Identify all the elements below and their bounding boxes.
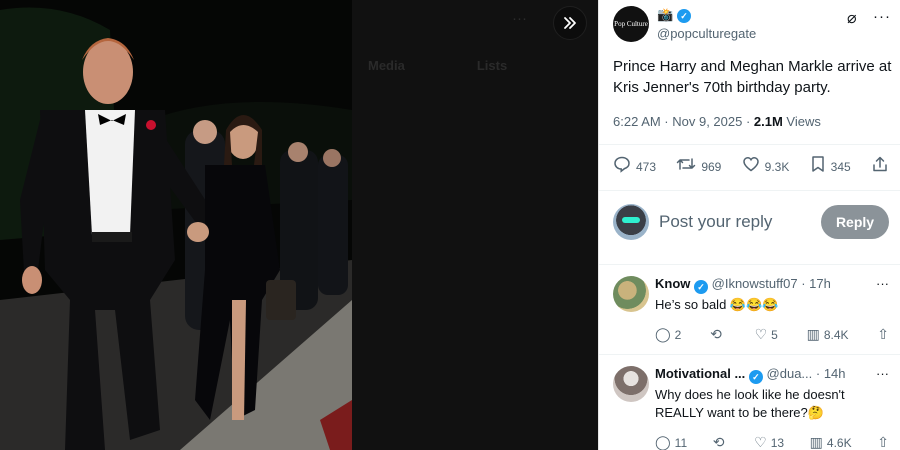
repost-icon: ⟲	[710, 326, 722, 342]
reply-icon: ◯	[655, 326, 671, 342]
repost-icon: ⟲	[712, 434, 725, 450]
views-count: 4.6K	[826, 435, 852, 450]
share-icon	[871, 155, 889, 178]
more-options-icon[interactable]: ···	[876, 366, 889, 381]
post-author: Pop Culture 📸 ✓ @popculturegate ⌀ ···	[613, 6, 891, 44]
bookmark-action[interactable]: 345	[810, 155, 851, 178]
background-more-icon: ···	[512, 10, 527, 27]
reply-actions: ◯ 11 ⟲ ♡ 13 ▥ 4.6K ⇧	[655, 434, 889, 450]
post-photo[interactable]	[0, 0, 352, 450]
tab-lists: Lists	[476, 58, 508, 73]
bookmark-icon	[810, 155, 826, 178]
bookmark-count: 345	[830, 159, 851, 174]
repost-action[interactable]: ⟲	[710, 326, 726, 343]
reply-count: 2	[674, 327, 682, 342]
post-timestamp[interactable]: 6:22 AM · Nov 9, 2025 ·	[613, 114, 754, 129]
like-count: 9.3K	[764, 159, 790, 174]
repost-icon	[676, 155, 696, 178]
share-icon: ⇧	[877, 326, 889, 342]
divider	[599, 144, 900, 145]
repost-action[interactable]: ⟲	[713, 434, 729, 450]
reply-action[interactable]: ◯ 11	[655, 434, 687, 450]
reply-author-handle[interactable]: @Iknowstuff07 · 17h	[712, 276, 831, 291]
more-options-icon[interactable]: ···	[873, 8, 891, 25]
avatar-logo-text: Pop Culture	[614, 20, 648, 28]
heart-icon: ♡	[754, 326, 768, 342]
divider	[599, 264, 900, 265]
reply-item[interactable]: Motivational ... ✓ @dua... · 14h ··· Why…	[613, 366, 889, 450]
reply-count: 473	[636, 159, 657, 174]
reply-header: Know ✓ @Iknowstuff07 · 17h ···	[655, 276, 889, 294]
reply-icon: ◯	[655, 434, 671, 450]
post-text: Prince Harry and Meghan Markle arrive at…	[613, 58, 892, 96]
share-action[interactable]	[871, 155, 889, 178]
grok-icon[interactable]: ⌀	[847, 8, 857, 28]
reply-author-name[interactable]: Know	[655, 276, 690, 291]
media-viewer: Media Lists ···	[0, 0, 598, 450]
chevrons-right-icon	[564, 17, 576, 29]
reply-author-handle[interactable]: @dua... · 14h	[767, 366, 846, 381]
tab-media: Media	[368, 58, 405, 73]
verified-badge-icon: ✓	[694, 280, 709, 294]
reply-header: Motivational ... ✓ @dua... · 14h ···	[655, 366, 889, 384]
views-action[interactable]: ▥ 4.6K	[810, 434, 852, 450]
reply-icon	[613, 155, 631, 178]
views-chart-icon: ▥	[809, 434, 823, 450]
verified-badge-icon: ✓	[748, 370, 763, 384]
reply-text: Why does he look like he doesn't REALLY …	[655, 387, 845, 420]
thread-panel: Pop Culture 📸 ✓ @popculturegate ⌀ ··· Pr…	[598, 0, 900, 450]
views-chart-icon: ▥	[806, 326, 820, 342]
like-count: 5	[771, 327, 778, 342]
like-count: 13	[770, 435, 785, 450]
post-meta: 6:22 AM · Nov 9, 2025 · 2.1M Views	[613, 114, 821, 129]
reply-count: 11	[674, 435, 688, 450]
reply-input[interactable]: Post your reply	[659, 212, 772, 232]
reply-author-name[interactable]: Motivational ...	[655, 366, 745, 381]
collapse-panel-button[interactable]	[553, 6, 587, 40]
verified-badge-icon: ✓	[677, 9, 691, 23]
more-options-icon[interactable]: ···	[876, 276, 889, 291]
like-action[interactable]: 9.3K	[742, 155, 790, 178]
repost-action[interactable]: 969	[676, 155, 721, 178]
reply-avatar[interactable]	[613, 366, 649, 402]
post-actions: 473 969 9.3K 345	[613, 155, 889, 178]
reply-actions: ◯ 2 ⟲ ♡ 5 ▥ 8.4K ⇧	[655, 326, 889, 343]
author-handle[interactable]: @popculturegate	[657, 26, 756, 41]
background-tabs: Media Lists	[368, 58, 507, 73]
share-action[interactable]: ⇧	[877, 434, 889, 450]
photo-illustration	[0, 0, 352, 450]
divider	[599, 354, 900, 355]
repost-count: 969	[701, 159, 722, 174]
share-icon: ⇧	[877, 434, 889, 450]
reply-item[interactable]: Know ✓ @Iknowstuff07 · 17h ··· He’s so b…	[613, 276, 889, 352]
views-count: 2.1M	[753, 114, 783, 129]
reply-button[interactable]: Reply	[821, 205, 889, 239]
heart-icon	[742, 155, 760, 178]
author-avatar[interactable]: Pop Culture	[613, 6, 649, 42]
reply-action[interactable]: 473	[613, 155, 656, 178]
views-count: 8.4K	[823, 327, 849, 342]
heart-icon: ♡	[754, 434, 767, 450]
like-action[interactable]: ♡ 13	[754, 434, 784, 450]
reply-avatar[interactable]	[613, 276, 649, 312]
reply-composer: Post your reply Reply	[613, 204, 889, 242]
views-label: Views	[782, 114, 821, 129]
like-action[interactable]: ♡ 5	[755, 326, 778, 343]
reply-action[interactable]: ◯ 2	[655, 326, 681, 343]
reply-text: He’s so bald 😂😂😂	[655, 297, 779, 312]
views-action[interactable]: ▥ 8.4K	[807, 326, 849, 343]
current-user-avatar[interactable]	[613, 204, 649, 240]
share-action[interactable]: ⇧	[877, 326, 889, 343]
divider	[599, 190, 900, 191]
camera-emoji: 📸	[657, 7, 674, 22]
